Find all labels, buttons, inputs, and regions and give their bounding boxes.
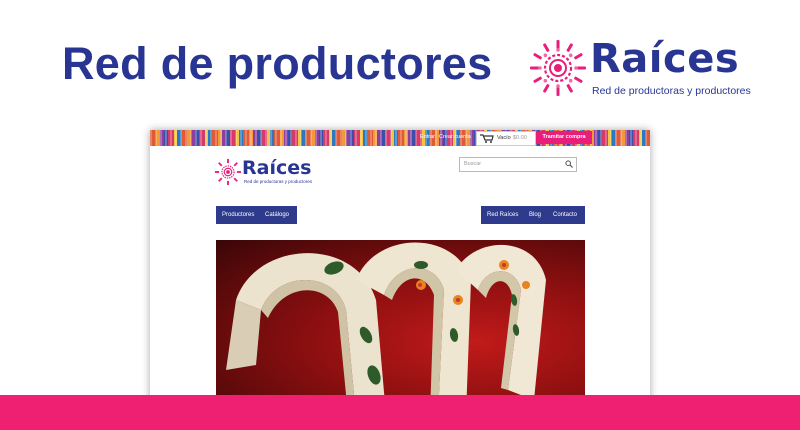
site-name: Raíces: [242, 157, 312, 179]
nav-item-catalogo[interactable]: Catálogo: [265, 212, 289, 218]
sun-emblem-icon: [214, 158, 242, 186]
top-bar: Entrar Crear cuenta Vacío $0.00 Tramitar…: [150, 130, 650, 146]
create-account-link[interactable]: Crear cuenta: [439, 134, 471, 140]
cart-amount: $0.00: [513, 135, 527, 141]
nav-item-productores[interactable]: Productores: [222, 212, 254, 218]
cart-summary[interactable]: Vacío $0.00: [476, 131, 536, 146]
brand-tagline: Red de productoras y productores: [592, 85, 751, 97]
bottom-band: [0, 395, 800, 430]
hero-image: [216, 240, 585, 410]
search-input[interactable]: Buscar: [459, 157, 577, 172]
login-link[interactable]: Entrar: [420, 134, 435, 140]
sun-emblem-icon: [530, 40, 586, 96]
embroidered-headbands-photo: [226, 242, 546, 410]
cart-status: Vacío: [497, 135, 511, 141]
nav-item-blog[interactable]: Blog: [529, 212, 541, 218]
nav-item-red-raices[interactable]: Red Raíces: [487, 212, 518, 218]
search-icon[interactable]: [565, 160, 573, 168]
checkout-button[interactable]: Tramitar compra: [536, 131, 592, 144]
main-nav: Productores Catálogo: [216, 206, 297, 224]
nav-item-contacto[interactable]: Contacto: [553, 212, 577, 218]
site-tagline: Red de productoras y productores: [244, 179, 313, 184]
search-placeholder: Buscar: [464, 161, 482, 167]
page-headline: Red de productores: [62, 38, 493, 89]
website-screenshot: Entrar Crear cuenta Vacío $0.00 Tramitar…: [150, 130, 650, 410]
cart-icon: [480, 134, 494, 143]
brand-name: Raíces: [590, 36, 740, 82]
brand-logo: Raíces Red de productoras y productores: [528, 36, 751, 102]
secondary-nav: Red Raíces Blog Contacto: [481, 206, 585, 224]
site-logo[interactable]: Raíces Red de productoras y productores: [214, 157, 324, 190]
